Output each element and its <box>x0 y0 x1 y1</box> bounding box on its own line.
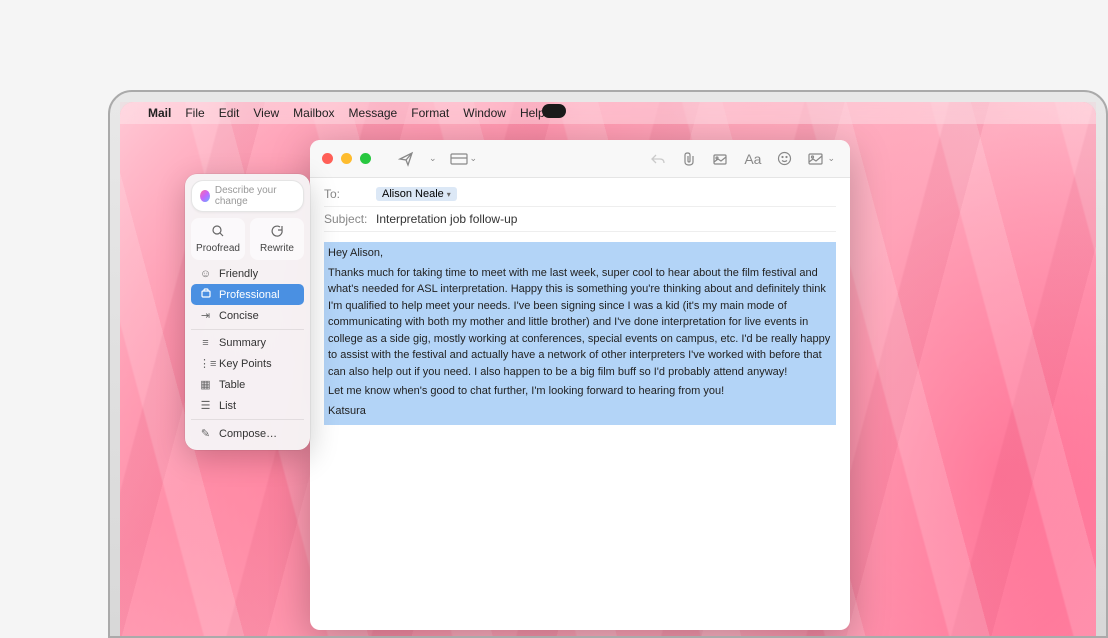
professional-label: Professional <box>219 289 280 301</box>
minimize-button[interactable] <box>341 153 352 164</box>
menu-format[interactable]: Format <box>411 106 449 120</box>
subject-input[interactable]: Interpretation job follow-up <box>376 212 517 226</box>
body-para2: Let me know when's good to chat further,… <box>328 383 832 400</box>
header-fields-icon[interactable]: ⌄ <box>447 149 481 169</box>
list-icon: ☰ <box>199 399 212 412</box>
summary-label: Summary <box>219 337 266 349</box>
laptop-frame: Mail File Edit View Mailbox Message Form… <box>108 90 1108 638</box>
menu-window[interactable]: Window <box>463 106 506 120</box>
subject-label: Subject: <box>324 212 368 226</box>
writing-tools-popover: Describe your change Proofread Rewrite <box>185 174 310 450</box>
menu-message[interactable]: Message <box>349 106 398 120</box>
table-icon: ▦ <box>199 378 212 391</box>
menubar: Mail File Edit View Mailbox Message Form… <box>120 102 1096 124</box>
ai-prompt-input[interactable]: Describe your change <box>191 180 304 212</box>
mail-header-fields: To: Alison Neale Subject: Interpretation… <box>310 178 850 232</box>
traffic-lights <box>322 153 371 164</box>
body-signature: Katsura <box>328 403 832 420</box>
menu-view[interactable]: View <box>253 106 279 120</box>
app-menu[interactable]: Mail <box>148 106 171 120</box>
apple-intelligence-icon <box>200 190 210 202</box>
selected-body-text[interactable]: Hey Alison, Thanks much for taking time … <box>324 242 836 425</box>
recipient-chip[interactable]: Alison Neale <box>376 187 457 201</box>
concise-label: Concise <box>219 310 259 322</box>
ai-input-placeholder: Describe your change <box>215 185 295 207</box>
attach-icon[interactable] <box>679 148 699 170</box>
keypoints-label: Key Points <box>219 358 272 370</box>
body-greeting: Hey Alison, <box>328 245 832 262</box>
professional-icon <box>199 288 212 301</box>
link-icon[interactable] <box>709 149 731 169</box>
reply-icon[interactable] <box>647 149 669 169</box>
camera-notch <box>542 104 566 118</box>
proofread-button[interactable]: Proofread <box>191 218 245 260</box>
send-icon[interactable] <box>395 148 417 170</box>
compose-label: Compose… <box>219 428 277 440</box>
menu-file[interactable]: File <box>185 106 204 120</box>
screen: Mail File Edit View Mailbox Message Form… <box>120 102 1096 636</box>
menu-divider-2 <box>191 419 304 420</box>
mail-compose-window: ⌄ ⌄ Aa <box>310 140 850 630</box>
friendly-label: Friendly <box>219 268 258 280</box>
rewrite-button[interactable]: Rewrite <box>250 218 304 260</box>
to-label: To: <box>324 187 368 201</box>
rewrite-label: Rewrite <box>260 243 294 254</box>
menu-concise[interactable]: ⇥ Concise <box>191 305 304 326</box>
proofread-label: Proofread <box>196 243 240 254</box>
summary-icon: ≡ <box>199 337 212 349</box>
menu-professional[interactable]: Professional <box>191 284 304 305</box>
table-label: Table <box>219 379 245 391</box>
to-field-row[interactable]: To: Alison Neale <box>324 182 836 207</box>
menu-help[interactable]: Help <box>520 106 545 120</box>
menu-table[interactable]: ▦ Table <box>191 374 304 395</box>
concise-icon: ⇥ <box>199 309 212 322</box>
body-para1: Thanks much for taking time to meet with… <box>328 265 832 381</box>
mail-body[interactable]: Hey Alison, Thanks much for taking time … <box>310 232 850 435</box>
menu-list[interactable]: ☰ List <box>191 395 304 416</box>
subject-field-row[interactable]: Subject: Interpretation job follow-up <box>324 207 836 232</box>
friendly-icon: ☺ <box>199 268 212 280</box>
menu-keypoints[interactable]: ⋮≡ Key Points <box>191 353 304 374</box>
menu-divider <box>191 329 304 330</box>
format-icon[interactable]: Aa <box>741 148 764 170</box>
compose-icon: ✎ <box>199 427 212 440</box>
close-button[interactable] <box>322 153 333 164</box>
proofread-icon <box>195 224 241 241</box>
zoom-button[interactable] <box>360 153 371 164</box>
window-toolbar: ⌄ ⌄ Aa <box>310 140 850 178</box>
menu-mailbox[interactable]: Mailbox <box>293 106 334 120</box>
menu-friendly[interactable]: ☺ Friendly <box>191 264 304 284</box>
menu-compose[interactable]: ✎ Compose… <box>191 423 304 444</box>
ai-tone-menu: ☺ Friendly Professional ⇥ Concise ≡ Summ… <box>191 264 304 444</box>
rewrite-icon <box>254 224 300 241</box>
emoji-icon[interactable] <box>774 148 795 169</box>
menu-summary[interactable]: ≡ Summary <box>191 333 304 353</box>
menu-edit[interactable]: Edit <box>219 106 240 120</box>
keypoints-icon: ⋮≡ <box>199 357 212 370</box>
send-dropdown[interactable]: ⌄ <box>429 153 437 164</box>
list-label: List <box>219 400 236 412</box>
photo-icon[interactable]: ⌄ <box>805 149 838 169</box>
